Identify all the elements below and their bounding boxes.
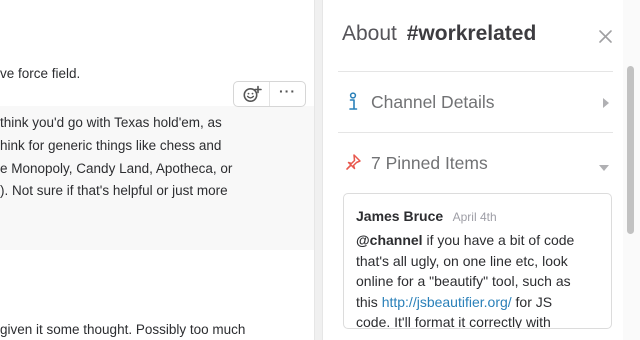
timestamp[interactable]: April 4th [453,210,497,224]
info-icon [345,92,371,112]
message-line: hink for generic things like chess and [0,137,222,153]
pane-title: About #workrelated [342,22,536,46]
pinned-items-section[interactable]: 7 Pinned Items [338,133,613,193]
link[interactable]: http://jsbeautifier.org/ [382,294,512,310]
pinned-item-text: @channel if you have a bit of code that'… [356,230,606,329]
text: code. It'll format it correctly with [356,314,551,329]
chevron-right-icon [602,96,610,114]
text: this [356,293,382,310]
hovered-message-text: think you'd go with Texas hold'em, as hi… [0,112,300,203]
message-line: think you'd go with Texas hold'em, as [0,115,222,130]
message-line: ). Not sure if that's helpful or just mo… [0,183,228,199]
close-button[interactable] [596,27,616,47]
scrollbar-thumb[interactable] [627,66,634,234]
message-text: given it some thought. Possibly too much [0,322,246,337]
message-pane: ve force field. think you'd go with Texa… [0,0,314,340]
pane-title-prefix: About [342,22,397,45]
message-line: e Monopoly, Candy Land, Apotheca, or [0,160,233,176]
channel-name: #workrelated [406,22,537,45]
pane-divider[interactable] [314,0,323,340]
text: for JS [511,293,553,310]
message-text: ve force field. [0,66,81,81]
chevron-down-icon [598,159,610,177]
channel-details-section[interactable]: Channel Details [338,72,613,132]
message-actions: ··· [233,81,306,107]
author-name[interactable]: James Bruce [356,208,443,224]
pin-icon [345,153,371,173]
more-actions-button[interactable]: ··· [269,82,305,106]
section-label: 7 Pinned Items [371,152,488,173]
more-icon: ··· [279,83,296,99]
section-label: Channel Details [371,91,495,112]
text: online for a "beautify" tool, such as [356,273,571,289]
channel-mention[interactable]: @channel [356,232,423,248]
add-reaction-button[interactable] [234,82,269,106]
close-icon [599,30,612,43]
channel-details-pane: About #workrelated Channel Details 7 Pin… [323,0,640,340]
pinned-item[interactable]: James Bruce April 4th @channel if you ha… [343,193,612,329]
text: if you have a bit of code [422,232,575,248]
add-reaction-icon [243,85,262,102]
pinned-item-header: James Bruce April 4th [356,208,497,226]
text: that's all ugly, on one line etc, look [356,252,568,269]
